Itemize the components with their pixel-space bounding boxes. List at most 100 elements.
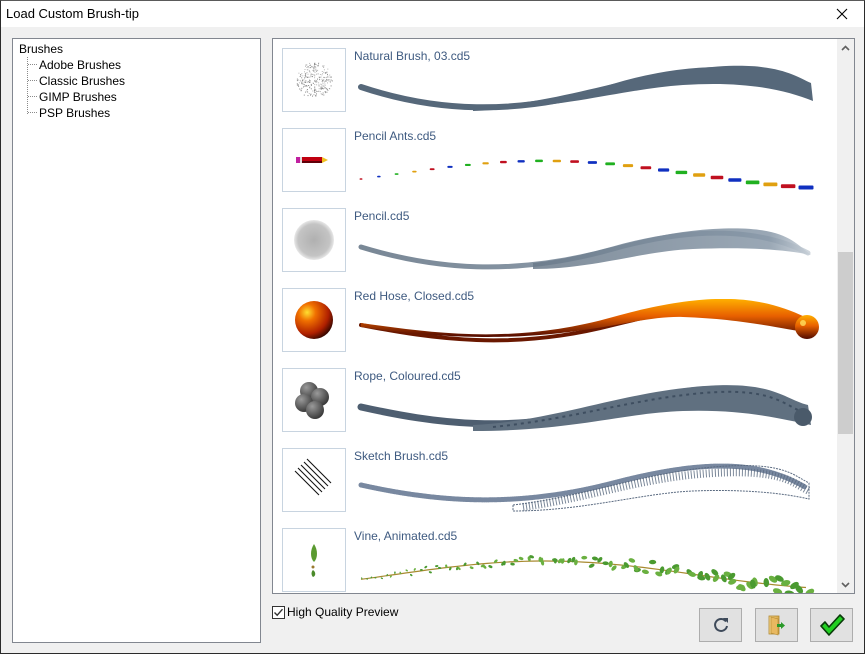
brush-row[interactable]: Pencil.cd5 bbox=[273, 199, 836, 279]
brush-row[interactable]: Pencil Ants.cd5 bbox=[273, 119, 836, 199]
speckle-dot bbox=[311, 66, 313, 68]
scrollbar-thumb[interactable] bbox=[838, 252, 853, 435]
pencil-ant-mark bbox=[464, 163, 471, 166]
speckle-dot bbox=[313, 66, 315, 68]
speckle-dot bbox=[318, 84, 320, 86]
speckle-dot bbox=[323, 69, 325, 71]
vine-stem bbox=[360, 560, 807, 589]
pencil-ant-mark bbox=[377, 175, 381, 178]
speckle-dots-icon bbox=[296, 62, 333, 97]
speckle-dot bbox=[314, 88, 316, 90]
vine-leaf bbox=[628, 558, 636, 563]
scroll-up-button[interactable] bbox=[837, 39, 854, 56]
pencil-ant-mark bbox=[745, 180, 760, 185]
scroll-down-button[interactable] bbox=[837, 576, 854, 593]
vine-leaf bbox=[567, 557, 572, 564]
speckle-dot bbox=[309, 64, 311, 66]
pencil-ant-mark bbox=[429, 168, 435, 171]
speckle-dot bbox=[322, 83, 324, 85]
brush-stroke-preview bbox=[358, 228, 811, 270]
tree-item-gimp-brushes[interactable]: GIMP Brushes bbox=[39, 90, 117, 104]
speckle-dot bbox=[324, 72, 326, 74]
speckle-dot bbox=[304, 78, 306, 80]
speckle-dot bbox=[296, 78, 298, 80]
speckle-dot bbox=[301, 73, 303, 75]
vine-leaf bbox=[805, 588, 815, 593]
speckle-dot bbox=[306, 85, 308, 87]
chevron-up-icon bbox=[841, 44, 850, 51]
speckle-dot bbox=[320, 76, 322, 78]
speckle-dot bbox=[316, 73, 317, 75]
speckle-dot bbox=[297, 84, 299, 86]
speckle-dot bbox=[299, 88, 301, 90]
speckle-dot bbox=[316, 65, 318, 67]
speckle-dot bbox=[312, 69, 314, 71]
speckle-dot bbox=[310, 88, 312, 90]
brush-row[interactable]: Sketch Brush.cd5 bbox=[273, 439, 836, 519]
vine-leaf bbox=[413, 568, 416, 571]
refresh-button[interactable] bbox=[699, 608, 742, 642]
load-from-file-button[interactable] bbox=[755, 608, 798, 642]
speckle-dot bbox=[298, 72, 300, 74]
speckle-dot bbox=[308, 93, 310, 95]
speckle-dot bbox=[313, 94, 315, 96]
speckle-dot bbox=[323, 87, 325, 89]
window-title: Load Custom Brush-tip bbox=[6, 6, 139, 21]
brush-stroke-preview bbox=[359, 159, 814, 190]
speckle-dot bbox=[309, 81, 311, 83]
speckle-dot bbox=[308, 76, 310, 78]
speckle-dot bbox=[306, 89, 308, 90]
speckle-dot bbox=[321, 78, 323, 80]
brush-row[interactable]: Vine, Animated.cd5 bbox=[273, 519, 836, 593]
brush-stroke-preview bbox=[359, 299, 819, 343]
speckle-dot bbox=[314, 91, 315, 93]
checkbox-box[interactable] bbox=[272, 605, 285, 619]
speckle-dot bbox=[315, 67, 317, 69]
vine-leaf bbox=[424, 565, 428, 569]
speckle-dot bbox=[321, 74, 323, 76]
speckle-dot bbox=[309, 86, 311, 88]
tree-item-psp-brushes[interactable]: PSP Brushes bbox=[39, 106, 110, 120]
speckle-dot bbox=[303, 86, 304, 88]
speckle-dot bbox=[314, 86, 315, 88]
speckle-dot bbox=[313, 65, 315, 67]
pencil-ant-mark bbox=[798, 185, 814, 190]
vine-leaf bbox=[409, 573, 413, 577]
speckle-dot bbox=[323, 71, 325, 73]
speckle-dot bbox=[319, 76, 321, 78]
brush-list[interactable]: Natural Brush, 03.cd5 Pencil Ants.cd5 Pe… bbox=[272, 38, 855, 594]
speckle-dot bbox=[323, 76, 325, 78]
vine-leaf bbox=[405, 569, 409, 572]
speckle-dot bbox=[311, 73, 313, 75]
speckle-dot bbox=[313, 67, 315, 69]
speckle-dot bbox=[314, 66, 316, 68]
close-button[interactable] bbox=[820, 1, 864, 27]
brush-folder-tree[interactable]: Brushes Adobe Brushes Classic Brushes GI… bbox=[12, 38, 261, 643]
brush-list-scrollbar[interactable] bbox=[837, 39, 854, 593]
speckle-dot bbox=[323, 94, 325, 96]
pencil-ant-mark bbox=[710, 175, 724, 180]
speckle-dot bbox=[314, 77, 316, 79]
speckle-dot bbox=[326, 80, 328, 81]
speckle-dot bbox=[305, 91, 307, 93]
brush-row[interactable]: Red Hose, Closed.cd5 bbox=[273, 279, 836, 359]
speckle-dot bbox=[319, 79, 321, 81]
pencil-icon bbox=[296, 157, 328, 163]
brush-row[interactable]: Natural Brush, 03.cd5 bbox=[273, 39, 836, 119]
speckle-dot bbox=[318, 85, 320, 87]
brush-row[interactable]: Rope, Coloured.cd5 bbox=[273, 359, 836, 439]
speckle-dot bbox=[314, 71, 316, 73]
tree-item-classic-brushes[interactable]: Classic Brushes bbox=[39, 74, 125, 88]
tree-connector-branch bbox=[28, 96, 37, 97]
tree-item-adobe-brushes[interactable]: Adobe Brushes bbox=[39, 58, 121, 72]
tree-item-brushes[interactable]: Brushes bbox=[19, 42, 63, 56]
ok-button[interactable] bbox=[810, 608, 853, 642]
speckle-dot bbox=[312, 90, 314, 92]
speckle-dot bbox=[329, 74, 331, 76]
high-quality-preview-checkbox[interactable]: High Quality Preview bbox=[272, 605, 398, 619]
speckle-dot bbox=[312, 95, 313, 97]
speckle-dot bbox=[300, 75, 302, 77]
vine-leaf bbox=[581, 555, 588, 560]
vine-leaf bbox=[641, 569, 649, 574]
vine-leaf bbox=[649, 559, 657, 565]
